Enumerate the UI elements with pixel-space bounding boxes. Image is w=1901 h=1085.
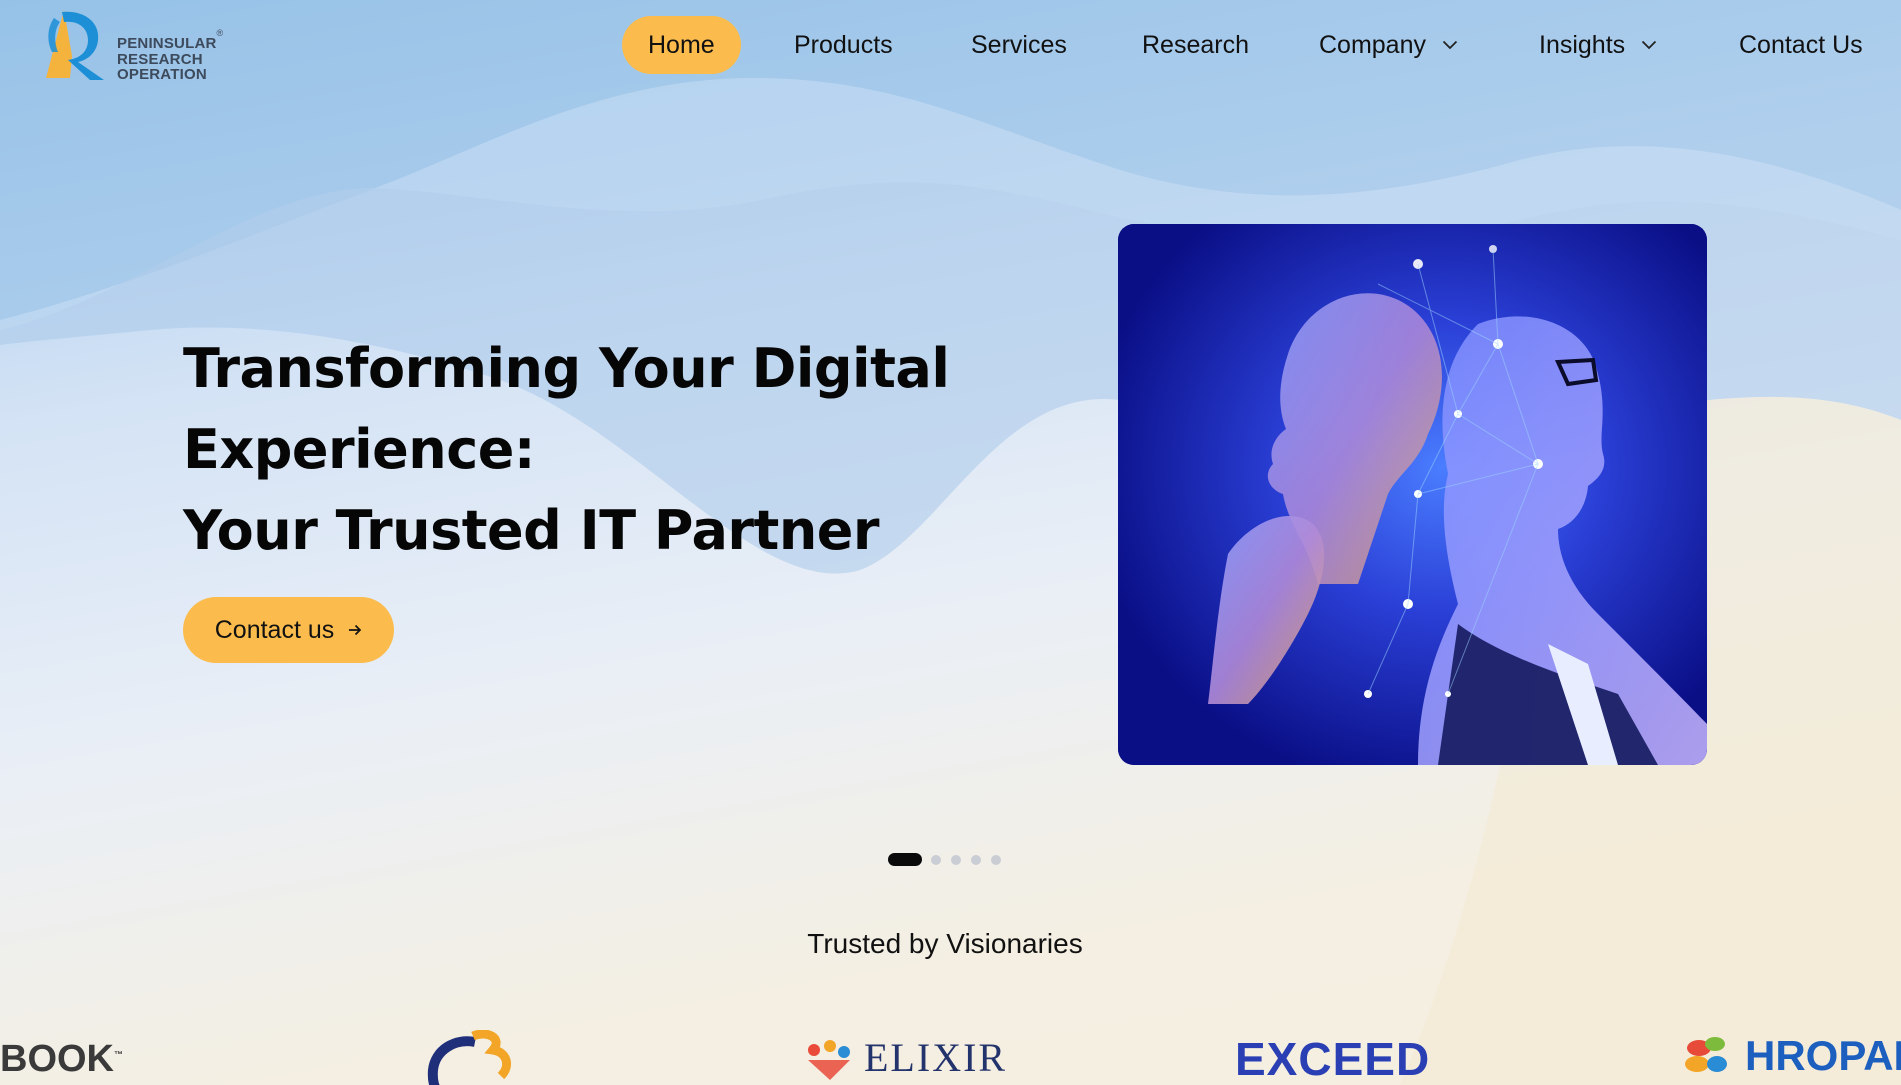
hropal-mark-icon xyxy=(1685,1037,1727,1072)
chevron-down-icon xyxy=(1642,40,1657,50)
client-logo-exceed-text: EXCEED xyxy=(1235,1033,1431,1085)
carousel-dot[interactable] xyxy=(888,853,922,866)
nav-research-label: Research xyxy=(1142,30,1249,59)
site-header: PENINSULAR® RESEARCH OPERATION Home Prod… xyxy=(0,0,1901,92)
nav-contact-us-label: Contact Us xyxy=(1739,30,1863,59)
client-logo-elixir[interactable]: ELIXIR xyxy=(800,1030,1020,1085)
nav-insights[interactable]: Insights xyxy=(1539,16,1657,74)
nav-home-label: Home xyxy=(648,30,715,59)
nav-services[interactable]: Services xyxy=(971,16,1067,74)
contact-us-button-label: Contact us xyxy=(214,615,335,644)
ai-human-illustration xyxy=(1118,224,1707,765)
client-logo-book[interactable]: BOOK™ xyxy=(0,1030,160,1085)
arrow-right-icon xyxy=(349,624,362,636)
nav-products-label: Products xyxy=(794,30,893,59)
brand-name: PENINSULAR® RESEARCH OPERATION xyxy=(117,28,224,83)
carousel-dot[interactable] xyxy=(951,855,961,865)
hero-image xyxy=(1118,224,1707,765)
client-logo-hropal-text: HROPAL xyxy=(1745,1032,1901,1079)
clients-heading: Trusted by Visionaries xyxy=(807,928,1083,959)
chevron-down-icon xyxy=(1442,40,1458,50)
client-logo-c3-mark xyxy=(427,1029,512,1085)
client-logo-elixir-text: ELIXIR xyxy=(864,1035,1008,1080)
page: PENINSULAR® RESEARCH OPERATION Home Prod… xyxy=(0,0,1901,1085)
hero-title: Transforming Your Digital Experience: Yo… xyxy=(183,328,1063,571)
hero-title-line: Transforming Your Digital xyxy=(183,337,950,400)
nav-research[interactable]: Research xyxy=(1142,16,1249,74)
contact-us-button[interactable]: Contact us xyxy=(183,597,394,663)
nav-contact-us[interactable]: Contact Us xyxy=(1739,16,1863,74)
client-logo-exceed[interactable]: EXCEED xyxy=(1235,1030,1475,1085)
nav-insights-label: Insights xyxy=(1539,30,1626,59)
nav-products[interactable]: Products xyxy=(794,16,893,74)
brand-logo[interactable]: PENINSULAR® RESEARCH OPERATION xyxy=(42,8,242,84)
hero-title-line: Experience: xyxy=(183,418,535,481)
carousel-dot[interactable] xyxy=(931,855,941,865)
nav-services-label: Services xyxy=(971,30,1067,59)
nav-company-label: Company xyxy=(1319,30,1426,59)
nav-company[interactable]: Company xyxy=(1319,16,1458,74)
carousel-dot[interactable] xyxy=(991,855,1001,865)
carousel-dot[interactable] xyxy=(971,855,981,865)
client-logo-c3[interactable]: C3 xyxy=(415,1029,535,1085)
client-logo-hropal[interactable]: HROPAL xyxy=(1683,1030,1901,1085)
elixir-mark-icon xyxy=(808,1040,850,1080)
hero-title-line: Your Trusted IT Partner xyxy=(183,499,880,562)
client-logo-book-text: BOOK xyxy=(0,1038,114,1080)
nav-home[interactable]: Home xyxy=(622,16,741,74)
logo-mark-icon xyxy=(46,10,104,80)
